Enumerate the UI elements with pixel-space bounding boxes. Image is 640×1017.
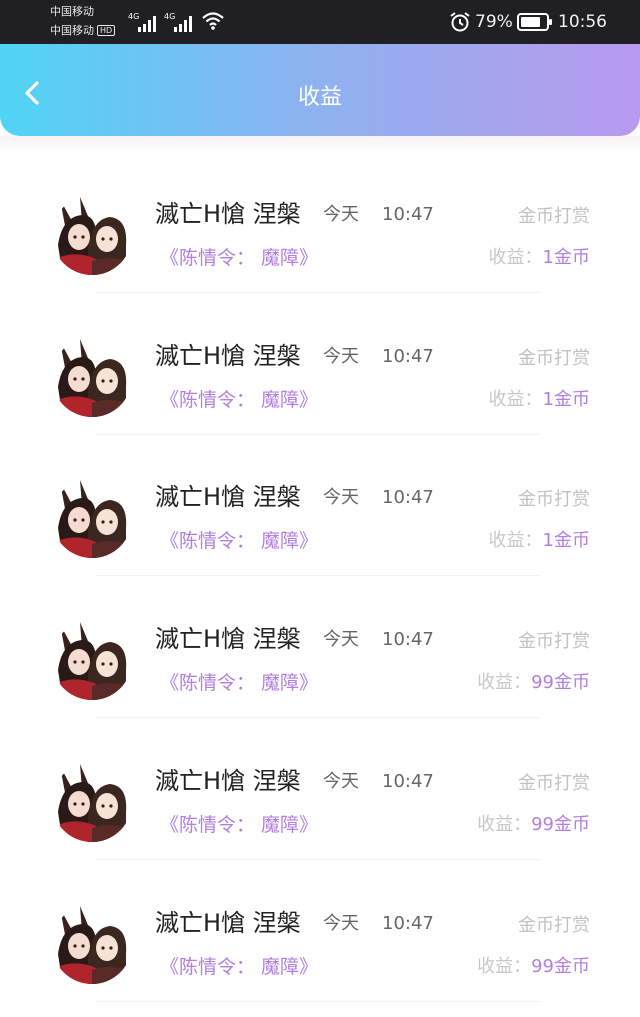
- income-amount: 收益：1金币: [489, 389, 590, 411]
- income-value: 99金币: [531, 813, 590, 835]
- time-day: 今天: [323, 770, 359, 792]
- income-label: 收益：: [488, 247, 543, 268]
- income-record[interactable]: 滅亡H愴 涅槃 今天 10:47 金币打赏 《陈情令： 魔障》 收益：1金币: [0, 152, 640, 294]
- page-header: 收益: [0, 44, 640, 136]
- income-amount: 收益：1金币: [489, 247, 590, 269]
- income-label: 收益：: [488, 388, 543, 410]
- carrier-2-row: 中国移动 HD: [50, 24, 116, 37]
- income-label: 收益：: [488, 530, 543, 552]
- work-title[interactable]: 《陈情令： 魔障》: [160, 956, 318, 978]
- status-bar: 中国移动 中国移动 HD 4G 4G 79% 10:56: [0, 0, 640, 44]
- time-day: 今天: [323, 345, 359, 367]
- carrier-2: 中国移动: [50, 24, 94, 37]
- username: 滅亡H愴 涅槃: [155, 483, 301, 512]
- avatar[interactable]: [52, 903, 132, 984]
- alarm-icon: [450, 12, 470, 32]
- income-label: 收益：: [477, 955, 532, 977]
- avatar[interactable]: [52, 195, 132, 275]
- time-clock: 10:47: [382, 487, 434, 509]
- battery-icon: [517, 13, 552, 31]
- username: 滅亡H愴 涅槃: [155, 908, 301, 937]
- divider: [95, 1000, 540, 1002]
- time-clock: 10:47: [382, 912, 434, 934]
- hd-badge: HD: [97, 25, 116, 36]
- header-shadow: [0, 136, 640, 152]
- time-day: 今天: [323, 487, 359, 509]
- income-value: 99金币: [531, 955, 590, 977]
- income-record[interactable]: 滅亡H愴 涅槃 今天 10:47 金币打赏 《陈情令： 魔障》 收益：99金币: [0, 861, 640, 1003]
- income-value: 1金币: [542, 388, 590, 410]
- time-day: 今天: [323, 204, 359, 225]
- income-amount: 收益：99金币: [477, 814, 590, 836]
- work-title[interactable]: 《陈情令： 魔障》: [160, 389, 318, 411]
- time-day: 今天: [323, 912, 359, 934]
- record-type: 金币打赏: [518, 347, 590, 369]
- time-day: 今天: [323, 629, 359, 651]
- income-amount: 收益：99金币: [477, 956, 590, 978]
- record-type: 金币打赏: [518, 489, 590, 511]
- carrier-1: 中国移动: [50, 5, 94, 18]
- record-type: 金币打赏: [518, 772, 590, 794]
- record-type: 金币打赏: [518, 914, 590, 936]
- income-record[interactable]: 滅亡H愴 涅槃 今天 10:47 金币打赏 《陈情令： 魔障》 收益：1金币: [0, 294, 640, 436]
- username: 滅亡H愴 涅槃: [155, 341, 301, 370]
- avatar[interactable]: [52, 761, 132, 842]
- avatar[interactable]: [52, 620, 132, 701]
- work-title[interactable]: 《陈情令： 魔障》: [160, 672, 318, 694]
- time-clock: 10:47: [382, 629, 434, 651]
- avatar[interactable]: [52, 478, 132, 559]
- work-title[interactable]: 《陈情令： 魔障》: [160, 247, 318, 269]
- work-title[interactable]: 《陈情令： 魔障》: [160, 814, 318, 836]
- username: 滅亡H愴 涅槃: [155, 200, 301, 228]
- record-type: 金币打赏: [518, 206, 590, 227]
- income-record[interactable]: 滅亡H愴 涅槃 今天 10:47 金币打赏 《陈情令： 魔障》 收益：1金币: [0, 435, 640, 577]
- work-title[interactable]: 《陈情令： 魔障》: [160, 530, 318, 552]
- income-label: 收益：: [477, 672, 532, 694]
- username: 滅亡H愴 涅槃: [155, 766, 301, 795]
- time-clock: 10:47: [382, 770, 434, 792]
- time-clock: 10:47: [382, 204, 434, 225]
- income-record[interactable]: 滅亡H愴 涅槃 今天 10:47 金币打赏 《陈情令： 魔障》 收益：99金币: [0, 719, 640, 861]
- income-record[interactable]: 滅亡H愴 涅槃 今天 10:47 金币打赏 《陈情令： 魔障》 收益：99金币: [0, 577, 640, 719]
- income-value: 1金币: [542, 247, 590, 268]
- avatar[interactable]: [52, 336, 132, 417]
- income-value: 99金币: [531, 672, 590, 694]
- record-type: 金币打赏: [518, 631, 590, 653]
- battery-percent: 79%: [475, 12, 513, 32]
- income-amount: 收益：1金币: [489, 530, 590, 552]
- time-clock: 10:47: [382, 345, 434, 367]
- wifi-icon: [202, 12, 224, 30]
- username: 滅亡H愴 涅槃: [155, 625, 301, 654]
- page-title: 收益: [297, 85, 342, 110]
- income-value: 1金币: [542, 530, 590, 552]
- status-time: 10:56: [558, 12, 607, 32]
- income-amount: 收益：99金币: [477, 672, 590, 694]
- income-label: 收益：: [477, 813, 532, 835]
